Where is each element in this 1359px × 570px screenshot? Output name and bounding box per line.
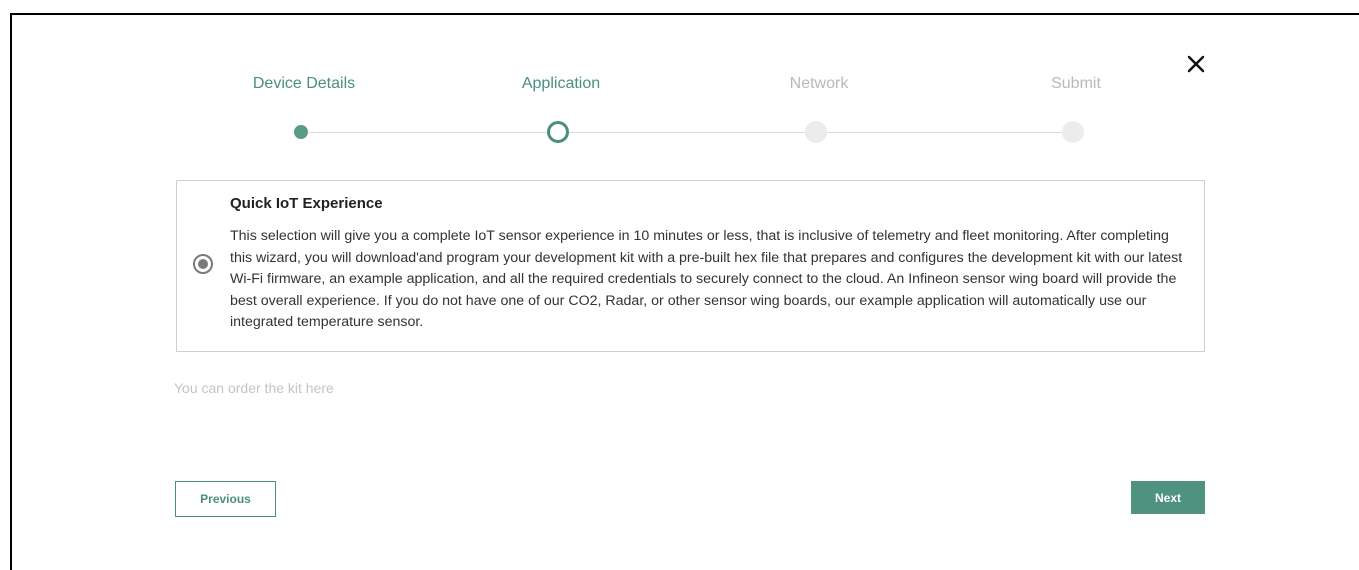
order-kit-link[interactable]: You can order the kit here [174,380,334,396]
step-label-application[interactable]: Application [461,75,661,93]
step-dot-submit [1062,121,1084,143]
step-dot-application[interactable] [547,121,569,143]
option-title: Quick IoT Experience [230,195,383,212]
quick-iot-option-card[interactable]: Quick IoT Experience This selection will… [176,180,1205,352]
step-label-submit: Submit [1051,75,1101,92]
next-button[interactable]: Next [1131,481,1205,514]
step-label-network: Network [789,75,849,92]
option-description: This selection will give you a complete … [230,228,1183,331]
stepper-track [300,132,1075,133]
option-radio[interactable] [193,254,213,274]
radio-selected-dot [198,259,208,269]
previous-button[interactable]: Previous [175,481,276,517]
step-dot-network [805,121,827,143]
step-dot-device-details[interactable] [294,125,308,139]
wizard-stepper: Device Details Application Network Submi… [200,70,1200,150]
step-label-device-details[interactable]: Device Details [204,75,404,93]
